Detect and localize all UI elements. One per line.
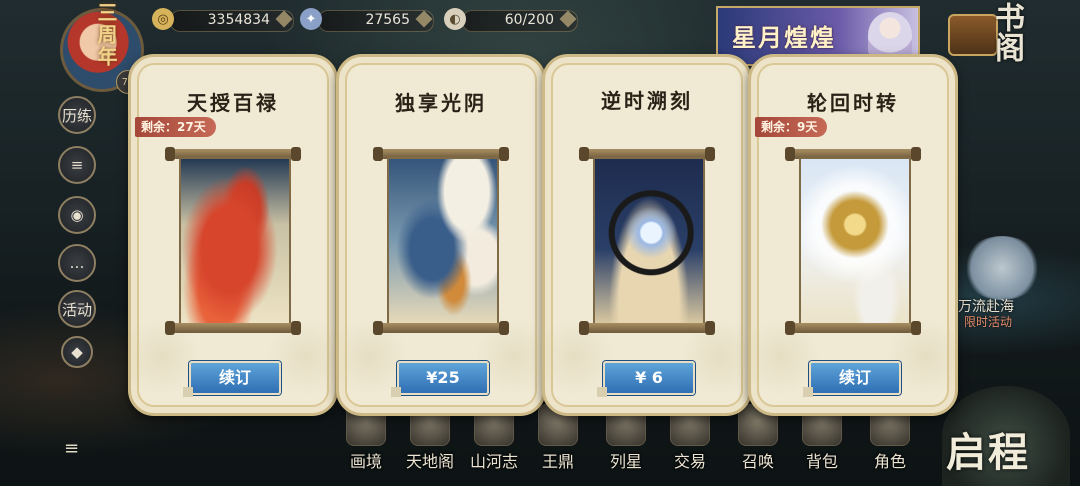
purchase-button[interactable]: ¥ 6 [597, 361, 695, 397]
nav-label: 山河志 [469, 452, 518, 471]
start-button[interactable]: 启程 [946, 420, 1030, 478]
event-portrait[interactable] [962, 236, 1042, 300]
wheel-artwork [799, 157, 911, 325]
list-icon: ≡ [70, 156, 84, 174]
card-title: 天授百禄 [187, 91, 279, 115]
sidebar-item-training[interactable]: 历练 [58, 96, 96, 134]
coin-resource[interactable]: ◎ 3354834 [152, 8, 294, 32]
sidebar-item-list[interactable]: ≡ [58, 146, 96, 184]
diamond-icon: ◆ [71, 343, 83, 361]
renew-button[interactable]: 续订 [803, 361, 901, 397]
nav-label: 交易 [673, 452, 706, 471]
purchase-button[interactable]: ¥25 [391, 361, 489, 397]
sidebar-item-activity[interactable]: 活动 [58, 290, 96, 328]
subscription-card-3: 逆时溯刻 ¥ 6 [542, 54, 752, 416]
subscription-card-1: 天授百禄 剩余：27天 续订 [128, 54, 338, 416]
subscription-card-4: 轮回时转 剩余：9天 续订 [748, 54, 958, 416]
scroll-rod-bottom [579, 321, 715, 335]
scroll-rod-bottom [373, 321, 509, 335]
button-label: ¥25 [426, 368, 460, 387]
character-portrait [868, 12, 912, 58]
sidebar-item-label: 活动 [61, 300, 92, 319]
card-title: 逆时溯刻 [601, 89, 693, 113]
remaining-days-badge: 剩余：27天 [135, 117, 216, 137]
book-pavilion-button[interactable]: 书阁 [989, 2, 1024, 62]
coin-value: 3354834 [207, 12, 270, 28]
stamina-value: 60/200 [504, 12, 554, 28]
event-subtitle: 限时活动 [964, 315, 1013, 329]
card-title: 独享光阴 [395, 91, 487, 115]
stamina-icon: ◐ [444, 8, 466, 30]
phoenix-artwork [179, 157, 291, 325]
nav-label: 画境 [349, 452, 382, 471]
nav-item-shanhe[interactable]: 山河志 [462, 404, 522, 486]
nav-item-painting[interactable]: 画境 [334, 404, 394, 486]
sidebar-item-more[interactable]: ◆ [61, 336, 93, 368]
nav-label: 王鼎 [541, 452, 574, 471]
sidebar-item-friends[interactable]: ◉ [58, 196, 96, 234]
renew-button[interactable]: 续订 [183, 361, 281, 397]
button-label: ¥ 6 [635, 368, 663, 387]
nav-item-summon[interactable]: 召唤 [726, 404, 786, 486]
button-label: 续订 [218, 368, 251, 387]
nav-label: 背包 [805, 452, 838, 471]
button-label: 续订 [838, 368, 871, 387]
menu-icon[interactable]: ≡ [64, 438, 79, 459]
jade-icon: ✦ [300, 8, 322, 30]
banner-title: 星月煌煌 [732, 23, 836, 52]
scroll-rod-bottom [785, 321, 921, 335]
nav-label: 角色 [873, 452, 906, 471]
dragon-artwork [387, 157, 499, 325]
scroll-rod-bottom [165, 321, 301, 335]
stamina-resource[interactable]: ◐ 60/200 [444, 8, 578, 32]
jade-resource[interactable]: ✦ 27565 [300, 8, 434, 32]
coin-icon: ◎ [152, 8, 174, 30]
nav-item-wangding[interactable]: 王鼎 [526, 404, 586, 486]
chat-icon: … [69, 254, 85, 272]
nav-item-tiandi[interactable]: 天地阁 [398, 404, 458, 486]
subscription-card-2: 独享光阴 ¥25 [336, 54, 546, 416]
anniversary-badge: 三周年 [94, 2, 118, 68]
nav-label: 召唤 [741, 452, 774, 471]
nav-label: 列星 [609, 452, 642, 471]
remaining-days-badge: 剩余：9天 [755, 117, 828, 137]
sidebar-item-chat[interactable]: … [58, 244, 96, 282]
nav-item-liexing[interactable]: 列星 [594, 404, 654, 486]
moon-artwork [593, 157, 705, 325]
sidebar-item-label: 历练 [61, 106, 92, 125]
jade-value: 27565 [365, 12, 410, 28]
nav-item-character[interactable]: 角色 [858, 404, 918, 486]
nav-item-trade[interactable]: 交易 [658, 404, 718, 486]
nav-label: 天地阁 [405, 452, 454, 471]
nav-item-bag[interactable]: 背包 [790, 404, 850, 486]
card-title: 轮回时转 [807, 91, 899, 115]
friends-icon: ◉ [70, 206, 84, 224]
